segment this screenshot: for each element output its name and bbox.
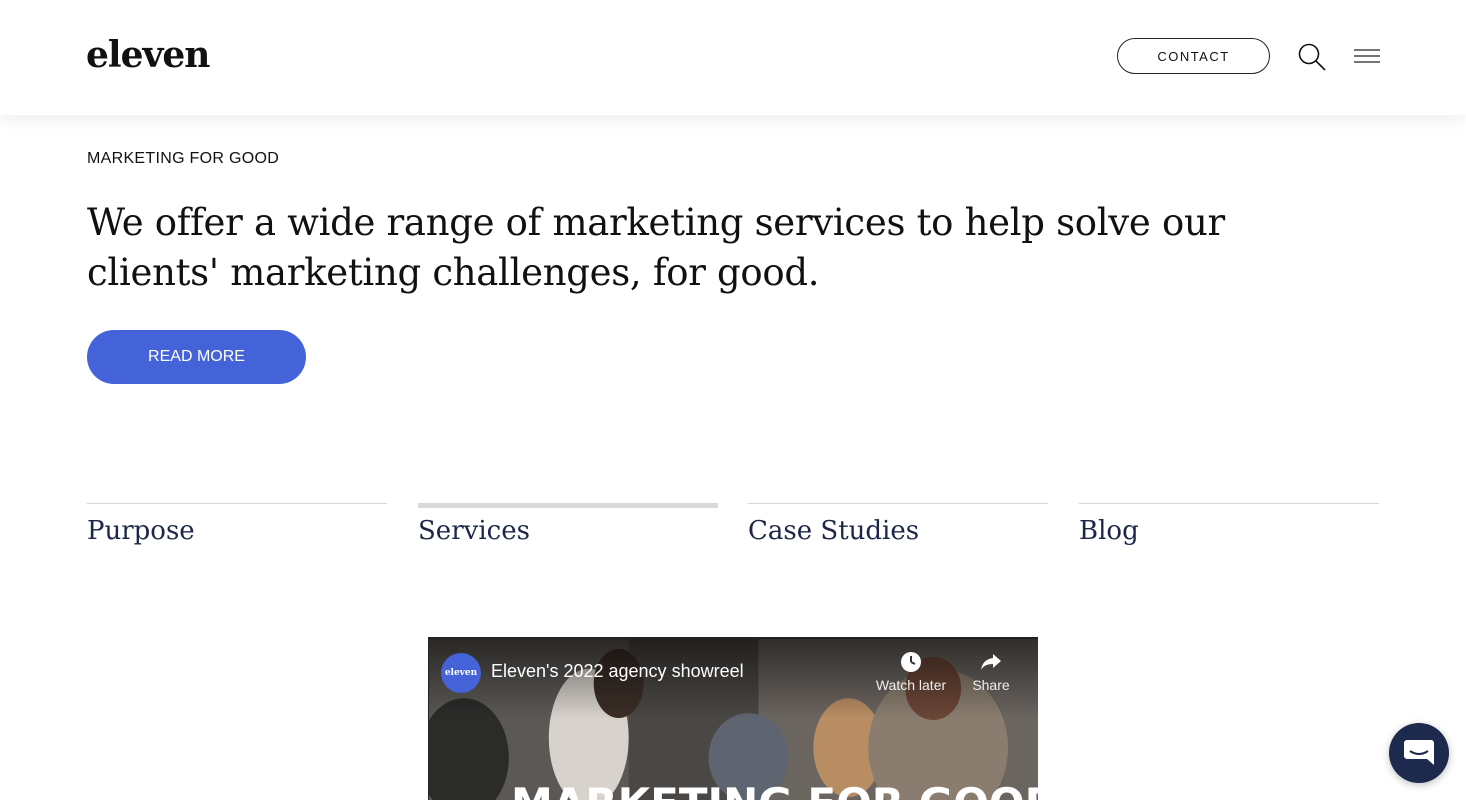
share-icon <box>981 654 1001 670</box>
tab-label: Purpose <box>87 516 195 546</box>
search-icon[interactable] <box>1297 42 1327 72</box>
watch-later-button[interactable]: Watch later <box>871 651 951 693</box>
section-eyebrow: MARKETING FOR GOOD <box>87 150 280 167</box>
watch-later-label: Watch later <box>875 677 947 693</box>
tab-services[interactable]: Services <box>418 503 718 563</box>
read-more-button[interactable]: READ MORE <box>87 330 306 384</box>
video-title[interactable]: Eleven's 2022 agency showreel <box>491 661 744 682</box>
site-header: eleven CONTACT <box>0 0 1466 115</box>
clock-icon <box>901 652 921 672</box>
tab-blog[interactable]: Blog <box>1079 503 1379 563</box>
share-label: Share <box>972 677 1010 693</box>
contact-button[interactable]: CONTACT <box>1117 38 1270 74</box>
tab-case-studies[interactable]: Case Studies <box>748 503 1048 563</box>
channel-avatar[interactable]: eleven <box>441 653 481 693</box>
tab-label: Services <box>418 516 530 546</box>
tab-purpose[interactable]: Purpose <box>87 503 387 563</box>
video-overlay-text: MARKETING FOR GOOD <box>511 779 1038 800</box>
chat-bubble-icon <box>1404 740 1434 765</box>
share-button[interactable]: Share <box>951 651 1031 693</box>
video-player[interactable]: eleven Eleven's 2022 agency showreel Wat… <box>428 637 1038 800</box>
hamburger-menu-icon[interactable] <box>1353 46 1381 68</box>
hero-headline: We offer a wide range of marketing servi… <box>87 201 1225 294</box>
tab-label: Blog <box>1079 516 1139 546</box>
logo[interactable]: eleven <box>86 34 210 76</box>
chat-widget-button[interactable] <box>1389 723 1449 783</box>
tab-label: Case Studies <box>748 516 920 546</box>
